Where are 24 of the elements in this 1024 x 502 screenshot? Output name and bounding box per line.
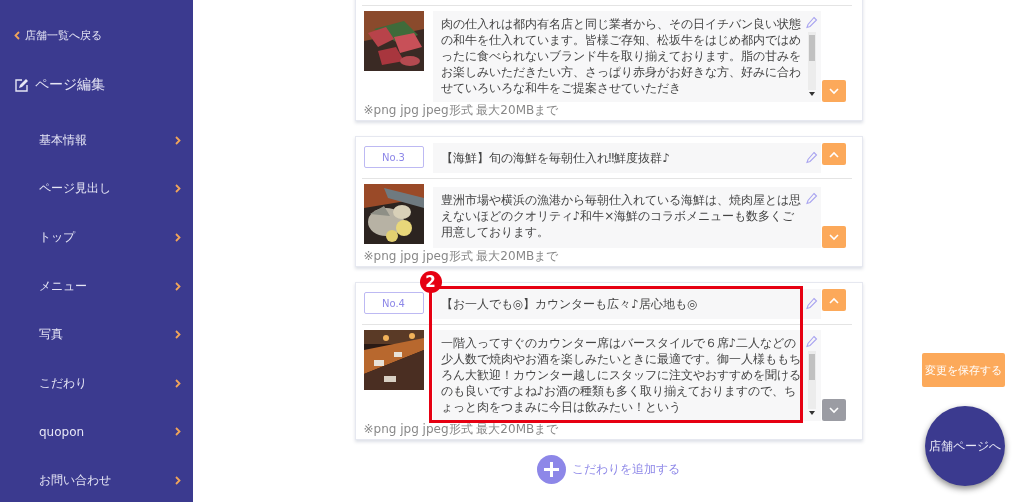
sidebar-item[interactable]: トップ [39,229,75,246]
title-field[interactable]: 【お一人でも◎】カウンターも広々♪居心地も◎ [432,289,821,319]
annotation-number: 2 [419,271,442,293]
file-format-note: ※png jpg jpeg形式 最大20MBまで [363,249,560,263]
store-page-button[interactable]: 店舗ページへ [925,406,1005,486]
title-text: 【海鮮】旬の海鮮を毎朝仕入れ‼鮮度抜群♪ [440,150,670,166]
sidebar-item[interactable]: こだわり [39,374,87,392]
item-number: No.4 [363,292,424,314]
description-field[interactable]: 一階入ってすぐのカウンター席はバースタイルで６席♪二人などの少人数で焼肉やお酒を楽しみたいときに最適です。御一人様ももちろん大歓迎！カウンター越しにスタッフに注文やおすすめを聞けるのも良いですよね♪お酒の種類も多く取り揃えておりますので、ちょっと肉をつまみに今日は飲みたい！という [432,330,821,421]
sidebar-item[interactable]: quopon [39,424,85,439]
item-number: No.3 [363,146,424,168]
sidebar-item[interactable]: お問い合わせ [39,471,111,489]
description-field[interactable]: 肉の仕入れは都内有名店と同じ業者から、その日イチバン良い状態の和牛を仕入れています。皆様ご存知、松坂牛をはじめ都内ではめったに食べられないブランド牛を取り揃えております。脂の甘みをお楽しみいただきたい方、さっぱり赤身がお好きな方、好みに合わせていろいろな和牛をご提案させていただき [432,11,821,102]
sidebar-item[interactable]: 写真 [39,326,63,344]
file-format-note: ※png jpg jpeg形式 最大20MBまで [363,422,560,436]
file-format-note: ※png jpg jpeg形式 最大20MBまで [363,103,560,117]
sidebar-item[interactable]: ページ見出し [39,180,111,198]
sidebar-item[interactable]: メニュー [39,277,87,295]
title-field[interactable]: 【海鮮】旬の海鮮を毎朝仕入れ‼鮮度抜群♪ [432,143,821,173]
description-field[interactable]: 豊洲市場や横浜の漁港から毎朝仕入れている海鮮は、焼肉屋とは思えないほどのクオリティ♪和牛×海鮮のコラボメニューも数多くご用意しております。 [432,187,821,248]
sidebar-item[interactable]: 基本情報 [39,131,87,149]
title-text: 【お一人でも◎】カウンターも広々♪居心地も◎ [440,296,698,312]
back-link[interactable]: 店舗一覧へ戻る [14,28,102,43]
section-title: ページ編集 [35,76,105,94]
